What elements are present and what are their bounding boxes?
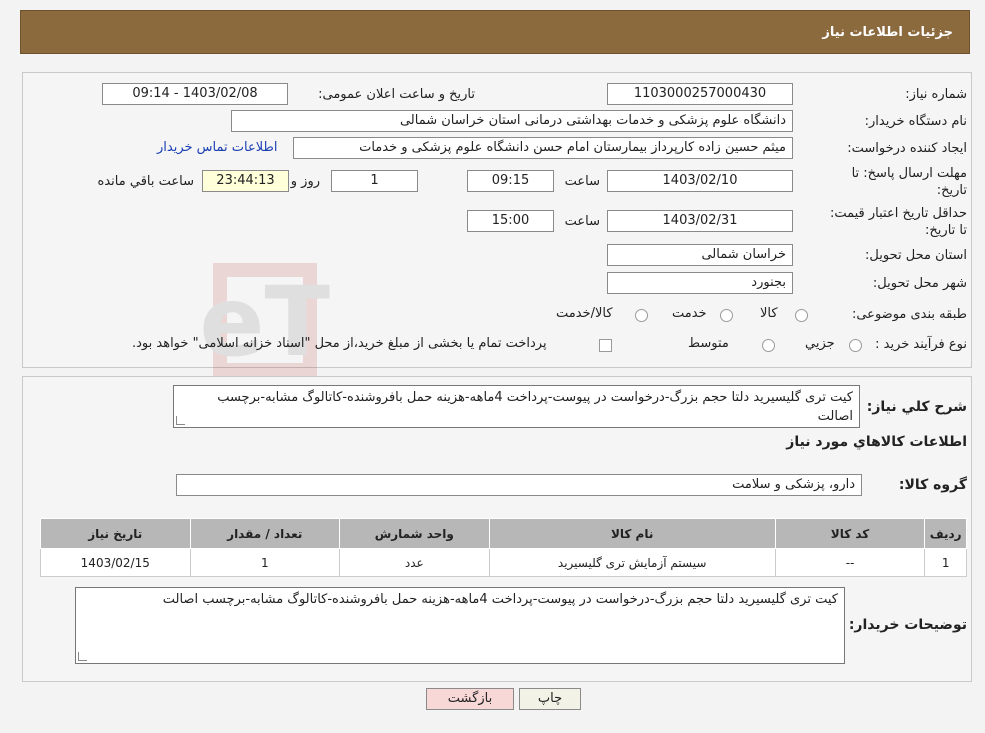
creator-field: میثم حسین زاده کارپرداز بیمارستان امام ح…	[293, 137, 793, 159]
process-option-minor: جزيي	[805, 336, 835, 351]
process-label: نوع فرآیند خرید :	[875, 337, 967, 352]
need-number-field: 1103000257000430	[607, 83, 793, 105]
page-title: جزئیات اطلاعات نیاز	[822, 25, 953, 40]
price-time-field: 15:00	[467, 210, 554, 232]
announce-label: تاریخ و ساعت اعلان عمومی:	[318, 87, 475, 102]
summary-textarea[interactable]: کیت تری گلیسیرید دلتا حجم بزرگ-درخواست د…	[173, 385, 860, 428]
city-label: شهر محل تحویل:	[872, 276, 967, 291]
category-radio-goods-service[interactable]	[635, 309, 648, 322]
category-radio-goods[interactable]	[795, 309, 808, 322]
process-option-medium: متوسط	[688, 336, 729, 351]
remaining-time-field: 23:44:13	[202, 170, 289, 192]
reply-deadline-label: مهلت ارسال پاسخ: تا تاریخ:	[851, 166, 967, 198]
buyer-notes-textarea[interactable]: کیت تری گلیسیرید دلتا حجم بزرگ-درخواست د…	[75, 587, 845, 664]
treasury-checkbox[interactable]	[599, 339, 612, 352]
table-row: 1 -- سیستم آزمایش تری گلیسیرید عدد 1 140…	[40, 548, 967, 577]
province-label: استان محل تحویل:	[865, 248, 967, 263]
buyer-org-label: نام دستگاه خریدار:	[864, 114, 967, 129]
category-option-service: خدمت	[672, 306, 707, 321]
creator-label: ایجاد کننده درخواست:	[847, 141, 967, 156]
cell-row: 1	[924, 548, 967, 577]
process-note: پرداخت تمام یا بخشی از مبلغ خرید،از محل …	[132, 336, 547, 351]
resize-grip-icon[interactable]	[176, 416, 185, 425]
price-time-label: ساعت	[564, 214, 600, 229]
category-radio-service[interactable]	[720, 309, 733, 322]
announce-field: 1403/02/08 - 09:14	[102, 83, 288, 105]
col-code: کد کالا	[774, 518, 926, 549]
province-field: خراسان شمالی	[607, 244, 793, 266]
category-option-goods: کالا	[760, 306, 778, 321]
cell-unit: عدد	[339, 548, 490, 577]
print-button[interactable]: چاپ	[519, 688, 581, 710]
col-unit: واحد شمارش	[339, 518, 490, 549]
back-button[interactable]: بازگشت	[426, 688, 514, 710]
goods-group-field: دارو، پزشکی و سلامت	[176, 474, 862, 496]
col-name: نام کالا	[488, 518, 776, 549]
reply-date-field: 1403/02/10	[607, 170, 793, 192]
resize-grip-icon[interactable]	[78, 652, 87, 661]
col-row: رديف	[924, 518, 967, 549]
col-need-date: تاریخ نیاز	[40, 518, 191, 549]
reply-time-label: ساعت	[564, 174, 600, 189]
price-date-field: 1403/02/31	[607, 210, 793, 232]
days-label: روز و	[290, 174, 320, 189]
goods-table-header: رديف کد کالا نام کالا واحد شمارش تعداد /…	[40, 518, 967, 549]
cell-code: --	[774, 548, 926, 577]
category-option-goods-service: کالا/خدمت	[556, 306, 613, 321]
page-header: جزئیات اطلاعات نیاز	[20, 10, 970, 54]
goods-group-label: گروه کالا:	[898, 477, 967, 493]
cell-need-date: 1403/02/15	[40, 548, 191, 577]
remaining-label: ساعت باقي مانده	[97, 174, 194, 189]
days-field: 1	[331, 170, 418, 192]
price-validity-label: حداقل تاريخ اعتبار قيمت: تا تاریخ:	[829, 206, 967, 238]
watermark-text: AriaTender.neT	[200, 266, 330, 378]
cell-quantity: 1	[189, 548, 341, 577]
city-field: بجنورد	[607, 272, 793, 294]
col-quantity: تعداد / مقدار	[189, 518, 341, 549]
process-radio-minor[interactable]	[849, 339, 862, 352]
buyer-contact-link[interactable]: اطلاعات تماس خریدار	[157, 140, 277, 155]
cell-name: سیستم آزمایش تری گلیسیرید	[488, 548, 776, 577]
summary-label: شرح کلي نياز:	[866, 399, 967, 415]
reply-time-field: 09:15	[467, 170, 554, 192]
summary-text: کیت تری گلیسیرید دلتا حجم بزرگ-درخواست د…	[217, 390, 853, 424]
goods-info-title: اطلاعات کالاهاي مورد نياز	[786, 434, 967, 450]
category-label: طبقه بندی موضوعی:	[851, 307, 967, 322]
goods-table: رديف کد کالا نام کالا واحد شمارش تعداد /…	[40, 518, 967, 577]
buyer-notes-text: کیت تری گلیسیرید دلتا حجم بزرگ-درخواست د…	[162, 592, 838, 607]
process-radio-medium[interactable]	[762, 339, 775, 352]
need-number-label: شماره نیاز:	[905, 87, 967, 102]
buyer-notes-label: توضیحات خریدار:	[848, 617, 967, 633]
buyer-org-field: دانشگاه علوم پزشکی و خدمات بهداشتی درمان…	[231, 110, 793, 132]
